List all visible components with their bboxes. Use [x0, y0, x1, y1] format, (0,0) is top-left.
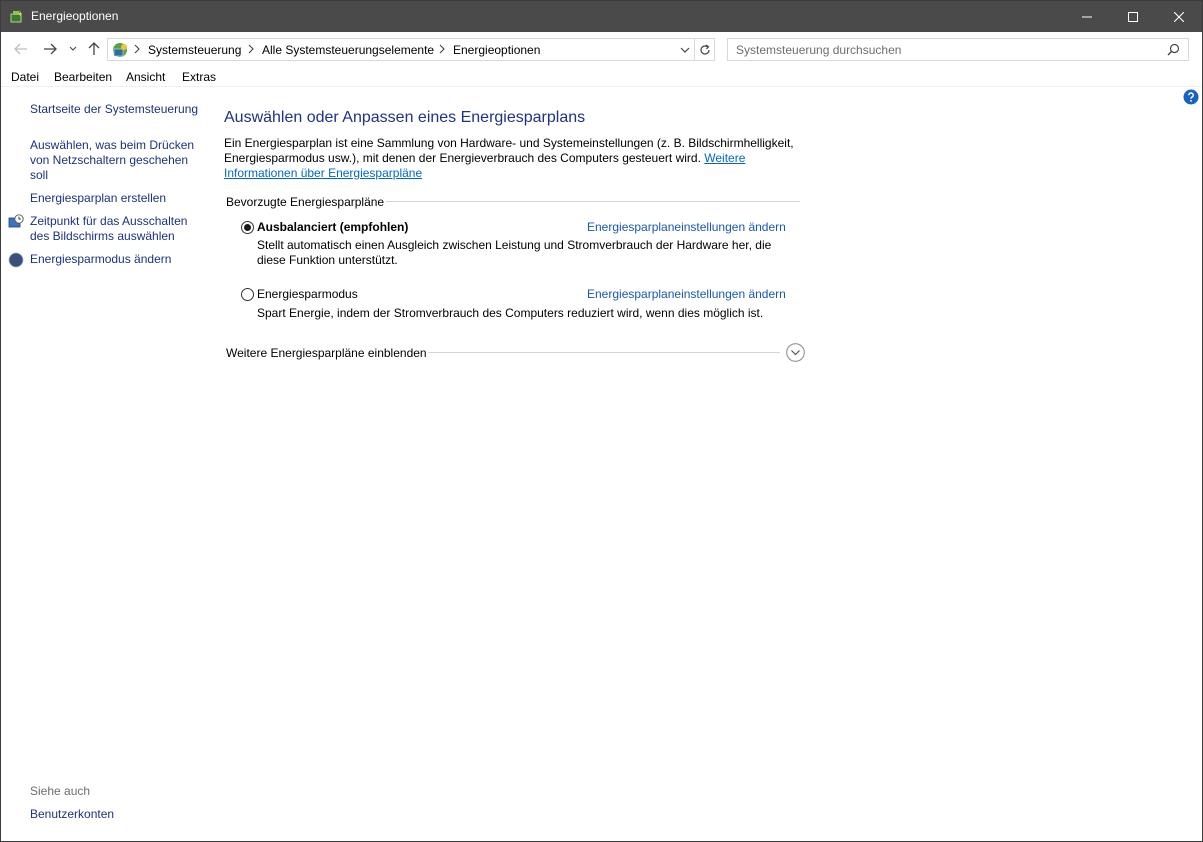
sidebar-link-user-accounts[interactable]: Benutzerkonten [30, 807, 200, 822]
menu-bearbeiten[interactable]: Bearbeiten [54, 70, 112, 84]
breadcrumb-alle-elemente[interactable]: Alle Systemsteuerungselemente [262, 43, 434, 57]
sidebar-link-display-off[interactable]: Zeitpunkt für das Ausschalten des Bildsc… [30, 214, 200, 244]
divider [386, 201, 800, 202]
forward-button[interactable] [41, 40, 59, 58]
plan-powersaver-name[interactable]: Energiesparmodus [257, 287, 358, 301]
menu-bar: Datei Bearbeiten Ansicht Extras [1, 66, 1202, 87]
breadcrumb-energieoptionen[interactable]: Energieoptionen [453, 43, 540, 57]
sidebar: Startseite der Systemsteuerung Auswählen… [1, 87, 206, 841]
recent-locations-button[interactable] [66, 40, 80, 58]
intro-text: Ein Energiesparplan ist eine Sammlung vo… [224, 136, 804, 181]
sidebar-link-sleep-mode[interactable]: Energiesparmodus ändern [30, 252, 200, 267]
chevron-down-icon [69, 46, 77, 51]
close-icon [1174, 11, 1184, 22]
window: Energieoptionen Systemsteuerung Alle Sys… [0, 0, 1203, 842]
sidebar-link-create-plan[interactable]: Energiesparplan erstellen [30, 191, 200, 206]
preferred-plans-heading: Bevorzugte Energiesparpläne [226, 195, 385, 209]
navigation-bar: Systemsteuerung Alle Systemsteuerungsele… [1, 32, 1202, 66]
see-also-heading: Siehe auch [30, 784, 91, 798]
menu-extras[interactable]: Extras [182, 70, 216, 84]
help-icon[interactable] [1183, 89, 1199, 105]
arrow-right-icon [44, 43, 57, 55]
search-box[interactable] [727, 38, 1189, 61]
menu-ansicht[interactable]: Ansicht [126, 70, 165, 84]
chevron-down-icon[interactable] [679, 44, 691, 56]
maximize-icon [1128, 11, 1138, 22]
sidebar-link-power-buttons[interactable]: Auswählen, was beim Drücken von Netzscha… [30, 138, 200, 183]
divider [428, 352, 780, 353]
chevron-right-icon [248, 44, 254, 54]
refresh-button[interactable] [695, 38, 715, 61]
back-button[interactable] [12, 40, 30, 58]
arrow-left-icon [14, 43, 27, 55]
close-button[interactable] [1156, 1, 1202, 32]
arrow-up-icon [88, 42, 100, 55]
show-more-plans-label[interactable]: Weitere Energiesparpläne einblenden [226, 346, 427, 360]
window-title: Energieoptionen [31, 9, 119, 23]
plan-balanced-name[interactable]: Ausbalanciert (empfohlen) [257, 220, 408, 234]
address-bar[interactable]: Systemsteuerung Alle Systemsteuerungsele… [107, 38, 695, 61]
main-content: Auswählen oder Anpassen eines Energiespa… [206, 87, 1202, 841]
plan-balanced-radio[interactable] [241, 221, 254, 234]
plan-powersaver-description: Spart Energie, indem der Stromverbrauch … [257, 306, 764, 320]
page-title: Auswählen oder Anpassen eines Energiespa… [224, 109, 586, 126]
search-input[interactable] [736, 42, 1156, 58]
plan-balanced-description: Stellt automatisch einen Ausgleich zwisc… [257, 238, 772, 267]
monitor-clock-icon [8, 214, 24, 228]
minimize-button[interactable] [1064, 1, 1110, 32]
up-button[interactable] [85, 40, 103, 58]
search-icon[interactable] [1167, 43, 1180, 56]
menu-datei[interactable]: Datei [11, 70, 39, 84]
chevron-right-icon [439, 44, 445, 54]
moon-icon [8, 252, 24, 268]
plan-powersaver-settings-link[interactable]: Energiesparplaneinstellungen ändern [587, 287, 786, 301]
power-options-icon [10, 10, 22, 23]
refresh-icon [699, 44, 710, 55]
control-panel-icon [113, 43, 127, 57]
plan-balanced-settings-link[interactable]: Energiesparplaneinstellungen ändern [587, 220, 786, 234]
plan-powersaver-radio[interactable] [241, 288, 254, 301]
chevron-right-icon [134, 44, 140, 54]
expand-chevron-icon[interactable] [786, 343, 805, 362]
minimize-icon [1082, 16, 1092, 17]
breadcrumb-systemsteuerung[interactable]: Systemsteuerung [148, 43, 241, 57]
maximize-button[interactable] [1110, 1, 1156, 32]
sidebar-link-home[interactable]: Startseite der Systemsteuerung [30, 102, 200, 117]
title-bar: Energieoptionen [1, 1, 1202, 32]
